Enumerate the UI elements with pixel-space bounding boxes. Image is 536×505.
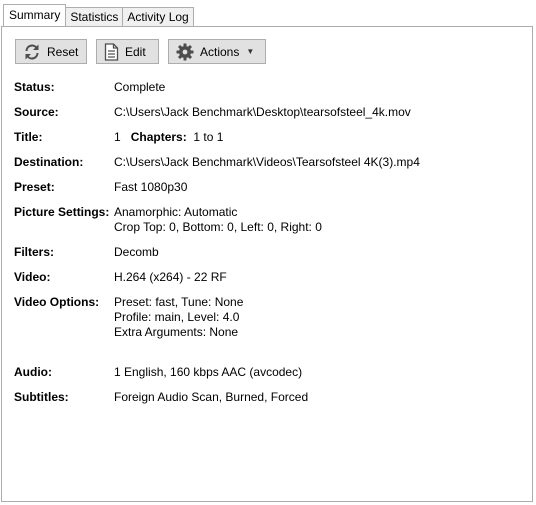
status-value: Complete [114, 80, 166, 94]
tab-statistics[interactable]: Statistics [65, 7, 124, 26]
video-label: Video: [14, 270, 51, 284]
picture-settings-value: Anamorphic: Automatic Crop Top: 0, Botto… [114, 205, 322, 235]
filters-label: Filters: [14, 245, 55, 259]
source-label: Source: [14, 105, 59, 119]
reset-button[interactable]: Reset [15, 39, 87, 64]
reset-label: Reset [47, 44, 79, 59]
video-options-line: Profile: main, Level: 4.0 [114, 310, 240, 324]
video-options-value: Preset: fast, Tune: None Profile: main, … [114, 295, 243, 340]
tab-activity-log[interactable]: Activity Log [122, 7, 194, 26]
tab-summary[interactable]: Summary [3, 4, 67, 26]
audio-label: Audio: [14, 365, 52, 379]
picture-settings-line: Crop Top: 0, Bottom: 0, Left: 0, Right: … [114, 220, 322, 234]
title-value: 1 Chapters: 1 to 1 [114, 130, 223, 145]
caret-down-icon: ▼ [246, 47, 255, 56]
tab-strip: Summary Statistics Activity Log [3, 4, 194, 26]
filters-value: Decomb [114, 245, 159, 259]
chapters-value: 1 to 1 [193, 130, 224, 144]
preset-label: Preset: [14, 180, 55, 194]
chapters-label: Chapters: [130, 130, 187, 144]
document-icon [104, 42, 119, 61]
picture-settings-label: Picture Settings: [14, 205, 110, 219]
picture-settings-line: Anamorphic: Automatic [114, 205, 238, 219]
title-label: Title: [14, 130, 43, 144]
video-options-label: Video Options: [14, 295, 100, 309]
title-number: 1 [114, 130, 121, 144]
preset-value: Fast 1080p30 [114, 180, 188, 194]
subtitles-label: Subtitles: [14, 390, 69, 404]
video-value: H.264 (x264) - 22 RF [114, 270, 227, 284]
edit-button[interactable]: Edit [96, 39, 159, 64]
source-value: C:\Users\Jack Benchmark\Desktop\tearsofs… [114, 105, 411, 119]
summary-panel: Reset Edit Actions ▼ Status: Complete So… [1, 26, 533, 502]
refresh-icon [23, 43, 41, 61]
toolbar: Reset Edit Actions ▼ [15, 39, 266, 64]
actions-label: Actions [200, 44, 240, 59]
destination-label: Destination: [14, 155, 84, 169]
destination-value: C:\Users\Jack Benchmark\Videos\Tearsofst… [114, 155, 420, 169]
gear-icon [176, 43, 194, 61]
audio-value: 1 English, 160 kbps AAC (avcodec) [114, 365, 303, 379]
video-options-line: Preset: fast, Tune: None [114, 295, 244, 309]
edit-label: Edit [125, 44, 146, 59]
video-options-line: Extra Arguments: None [114, 325, 239, 339]
actions-button[interactable]: Actions ▼ [168, 39, 266, 64]
subtitles-value: Foreign Audio Scan, Burned, Forced [114, 390, 309, 404]
status-label: Status: [14, 80, 55, 94]
